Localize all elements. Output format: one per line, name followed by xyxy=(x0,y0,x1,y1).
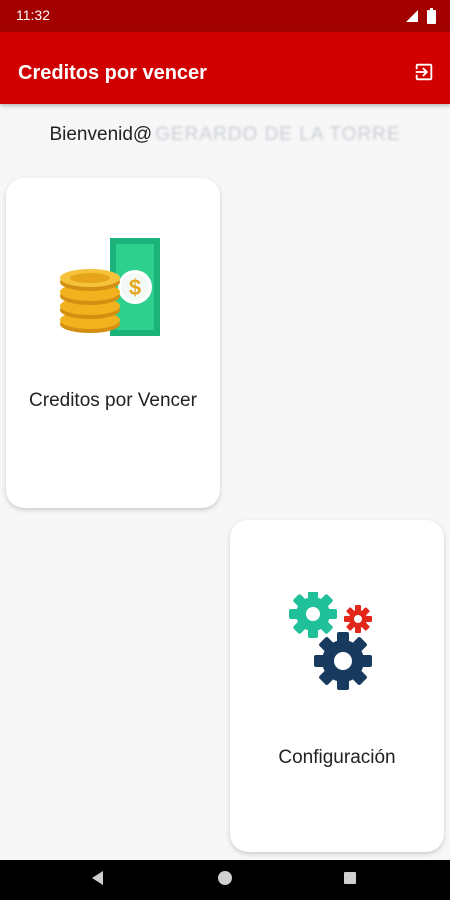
signal-icon xyxy=(405,9,419,28)
battery-icon xyxy=(427,8,436,29)
configuracion-card[interactable]: Configuración xyxy=(230,520,444,852)
home-button[interactable] xyxy=(215,870,235,890)
gears-icon xyxy=(230,592,444,692)
app-title: Creditos por vencer xyxy=(18,62,207,84)
recents-button[interactable] xyxy=(340,870,360,890)
home-icon xyxy=(217,870,233,891)
creditos-card-label: Creditos por Vencer xyxy=(29,390,197,411)
navigation-bar xyxy=(0,860,450,900)
app-bar: Creditos por vencer xyxy=(0,32,450,104)
money-coins-icon: $ xyxy=(6,236,220,340)
back-icon xyxy=(90,870,106,891)
status-time: 11:32 xyxy=(16,7,50,23)
status-bar: 11:32 xyxy=(0,0,450,32)
welcome-prefix: Bienvenid@ xyxy=(49,124,153,145)
creditos-por-vencer-card[interactable]: $ Creditos por Vencer xyxy=(6,178,220,508)
status-icons xyxy=(405,8,436,29)
back-button[interactable] xyxy=(88,870,108,890)
welcome-message: Bienvenid@ GERARDO DE LA TORRE xyxy=(0,124,450,146)
logout-button[interactable] xyxy=(410,60,438,88)
logout-icon xyxy=(413,61,435,88)
configuracion-card-label: Configuración xyxy=(278,747,396,768)
recents-icon xyxy=(342,870,358,891)
welcome-user-name: GERARDO DE LA TORRE xyxy=(155,124,401,145)
svg-text:$: $ xyxy=(129,275,141,300)
